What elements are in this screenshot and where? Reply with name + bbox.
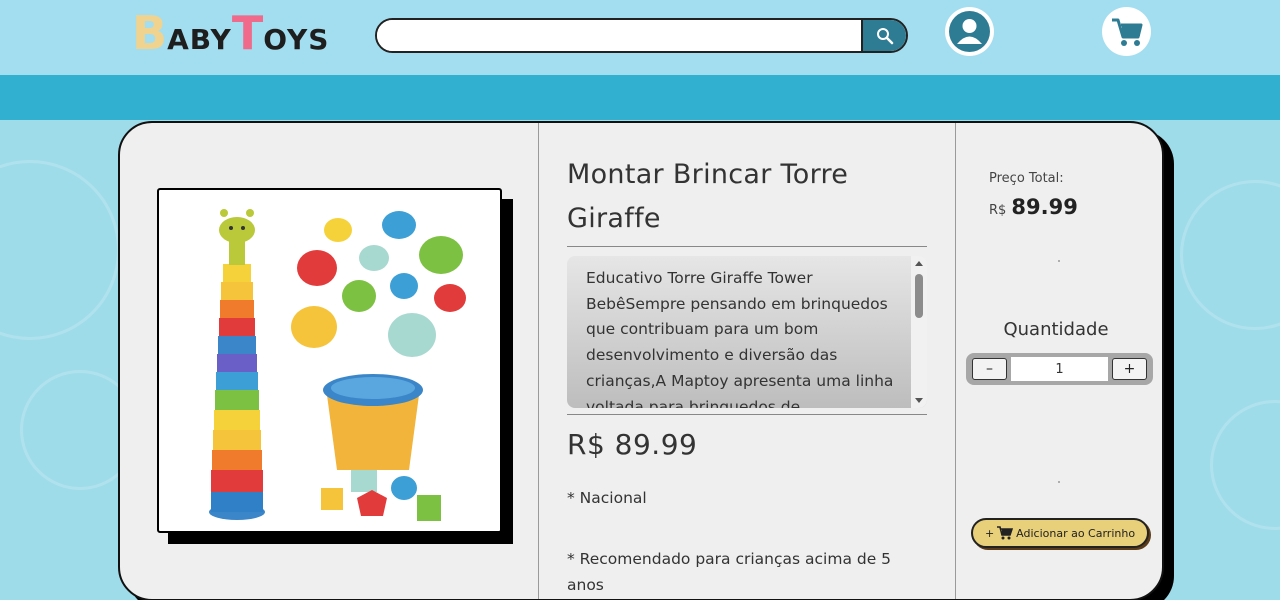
column-divider [538,123,539,599]
user-account-button[interactable] [945,7,994,56]
description-scrollbar[interactable] [911,256,927,408]
product-description: Educativo Torre Giraffe Tower BebêSempre… [586,269,894,408]
logo-letter-b: B [132,6,168,60]
scroll-down-arrow-icon[interactable] [915,398,923,403]
site-header: B ABY T OYS [0,0,1280,75]
stacking-tower-illustration [209,209,265,520]
cart-button[interactable] [1102,7,1151,56]
scroll-thumb[interactable] [915,274,923,318]
increase-quantity-button[interactable]: + [1112,358,1147,380]
product-title: Montar Brincar Torre Giraffe [567,159,849,234]
quantity-stepper: – + [966,353,1153,385]
brand-logo[interactable]: B ABY T OYS [132,8,329,56]
cart-icon [1111,18,1142,46]
currency-symbol: R$ [989,203,1007,218]
logo-text-oys: OYS [263,23,330,56]
product-age-note: * Recomendado para crianças acima de 5 a… [567,550,892,594]
product-card: Montar Brincar Torre Giraffe Educativo T… [118,121,1164,600]
search-button[interactable] [861,20,906,51]
product-description-box[interactable]: Educativo Torre Giraffe Tower BebêSempre… [567,256,927,408]
logo-text-aby: ABY [167,23,232,56]
logo-letter-t: T [231,6,264,60]
navigation-bar [0,75,1280,120]
separator-dot [1058,260,1060,262]
loose-cups-illustration [291,211,466,357]
product-price: R$ 89.99 [567,428,698,461]
add-to-cart-button[interactable]: + Adicionar ao Carrinho [971,518,1149,548]
shape-sorter-illustration [321,374,441,521]
cart-icon [997,526,1014,540]
search-bar [375,18,908,53]
column-divider [955,123,956,599]
search-icon [876,27,893,44]
add-prefix: + [984,526,995,540]
user-icon [957,19,982,44]
scroll-up-arrow-icon[interactable] [915,261,923,266]
separator-dot [1058,481,1060,483]
product-image [157,188,502,533]
total-price-label: Preço Total: [989,171,1064,186]
quantity-label: Quantidade [1003,319,1109,340]
decrease-quantity-button[interactable]: – [972,358,1007,380]
title-divider [567,246,927,247]
total-price-value: 89.99 [1011,195,1078,219]
add-to-cart-label: Adicionar ao Carrinho [1016,526,1136,540]
quantity-input[interactable] [1011,357,1108,381]
search-input[interactable] [377,20,863,51]
product-origin-note: * Nacional [567,489,647,507]
description-divider [567,414,927,415]
total-price: R$ 89.99 [989,195,1078,219]
